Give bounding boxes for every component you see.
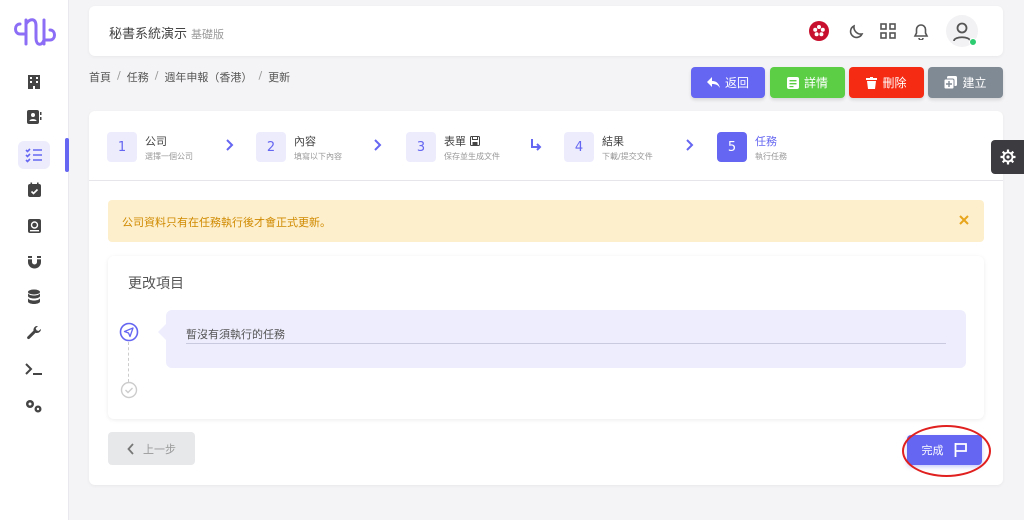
- step-number: 5: [717, 132, 747, 162]
- bell-icon: [913, 23, 929, 40]
- step-title: 結果: [602, 134, 624, 148]
- step-description: 下載/提交文件: [602, 151, 653, 161]
- step-result[interactable]: 4 結果 下載/提交文件: [564, 131, 653, 163]
- contacts-icon: [27, 110, 42, 124]
- reply-arrow-icon: [706, 77, 720, 88]
- step-number: 4: [564, 132, 594, 162]
- sidebar-item-terminal[interactable]: [18, 355, 50, 383]
- changes-panel: 更改項目 暫沒有須執行的任務: [108, 256, 984, 419]
- app-title: 秘書系統演示 基礎版: [109, 23, 224, 42]
- breadcrumb-home[interactable]: 首頁: [89, 69, 111, 85]
- chevron-right-icon: [686, 139, 694, 151]
- step-description: 填寫以下內容: [294, 151, 342, 161]
- sidebar-active-indicator: [65, 138, 69, 172]
- apps-menu[interactable]: [878, 21, 898, 41]
- language-switch[interactable]: [809, 21, 829, 41]
- timeline-item: 暫沒有須執行的任務: [158, 310, 966, 368]
- step-title: 公司: [145, 134, 167, 148]
- gear-icon: [1000, 149, 1015, 165]
- breadcrumb-tasks[interactable]: 任務: [127, 69, 149, 85]
- timeline-connector: [128, 342, 129, 382]
- chevron-left-icon: [127, 442, 134, 455]
- send-icon: [119, 322, 139, 342]
- app-edition: 基礎版: [191, 28, 225, 41]
- changes-title: 更改項目: [128, 276, 184, 292]
- add-square-icon: [944, 76, 958, 89]
- tasks-icon: [25, 148, 42, 163]
- create-button[interactable]: 建立: [928, 67, 1003, 98]
- database-icon: [28, 289, 40, 304]
- user-avatar[interactable]: [946, 15, 978, 47]
- sidebar-item-magnet[interactable]: [18, 248, 50, 276]
- step-task[interactable]: 5 任務 執行任務: [717, 131, 787, 163]
- delete-button[interactable]: 刪除: [849, 67, 924, 98]
- step-number: 2: [256, 132, 286, 162]
- breadcrumb-current: 更新: [268, 71, 291, 84]
- chevron-right-icon: [374, 139, 382, 151]
- moon-icon: [849, 24, 863, 38]
- trash-icon: [866, 76, 878, 89]
- grid-icon: [880, 23, 896, 39]
- sidebar-item-contacts[interactable]: [18, 103, 50, 131]
- step-description: 保存並生成文件: [444, 151, 500, 161]
- calendar-check-icon: [27, 182, 41, 197]
- wrench-icon: [27, 325, 41, 340]
- back-button[interactable]: 返回: [691, 67, 765, 98]
- previous-step-button[interactable]: 上一步: [108, 432, 195, 465]
- finish-button[interactable]: 完成: [907, 435, 982, 465]
- close-icon[interactable]: [956, 212, 972, 228]
- step-title: 表單: [444, 133, 500, 149]
- step-title: 內容: [294, 134, 316, 148]
- theme-toggle[interactable]: [846, 21, 866, 41]
- sidebar-item-company[interactable]: [18, 68, 50, 96]
- step-form[interactable]: 3 表單 保存並生成文件: [406, 131, 500, 163]
- building-icon: [28, 75, 40, 89]
- app-title-text: 秘書系統演示: [109, 27, 188, 42]
- hong-kong-flag-icon: [809, 21, 829, 41]
- task-wizard-card: 1 公司 選擇一個公司 2 內容 填寫以下內容 3 表單 保存並生成文件 4 結…: [89, 111, 1003, 485]
- magnet-icon: [27, 255, 41, 268]
- step-number: 1: [107, 132, 137, 162]
- save-icon: [470, 135, 480, 146]
- step-description: 選擇一個公司: [145, 151, 193, 161]
- sidebar-item-schedule[interactable]: [18, 176, 50, 204]
- notifications[interactable]: [911, 21, 931, 41]
- sidebar-item-address-book[interactable]: [18, 212, 50, 240]
- app-logo[interactable]: [12, 14, 58, 50]
- steps-divider: [89, 180, 1003, 181]
- chevron-right-icon: [226, 139, 234, 151]
- alert-message: 公司資料只有在任務執行後才會正式更新。: [122, 216, 331, 229]
- address-book-icon: [27, 219, 41, 233]
- step-description: 執行任務: [755, 151, 787, 161]
- step-content[interactable]: 2 內容 填寫以下內容: [256, 131, 342, 163]
- detail-list-icon: [786, 76, 799, 89]
- sidebar: [0, 0, 69, 520]
- sidebar-item-tasks[interactable]: [18, 141, 50, 169]
- sidebar-item-settings[interactable]: [18, 392, 50, 420]
- step-title: 任務: [755, 134, 777, 148]
- detail-button[interactable]: 詳情: [770, 67, 845, 98]
- step-number: 3: [406, 132, 436, 162]
- breadcrumb: 首頁 / 任務 / 週年申報（香港） / 更新: [89, 69, 291, 85]
- check-circle-icon: [120, 381, 138, 399]
- terminal-icon: [25, 363, 42, 375]
- online-status-dot: [969, 38, 977, 46]
- breadcrumb-annual-return[interactable]: 週年申報（香港）: [164, 69, 252, 85]
- flag-icon: [954, 443, 967, 457]
- warning-alert: 公司資料只有在任務執行後才會正式更新。: [108, 200, 984, 242]
- arrow-turn-down-right-icon: [531, 139, 542, 151]
- cogs-icon: [26, 400, 42, 413]
- sidebar-item-tools[interactable]: [18, 319, 50, 347]
- empty-task-message: 暫沒有須執行的任務: [186, 328, 285, 341]
- top-bar: 秘書系統演示 基礎版: [89, 6, 1003, 56]
- sidebar-item-database[interactable]: [18, 283, 50, 311]
- step-company[interactable]: 1 公司 選擇一個公司: [107, 131, 193, 163]
- theme-settings-button[interactable]: [991, 140, 1024, 174]
